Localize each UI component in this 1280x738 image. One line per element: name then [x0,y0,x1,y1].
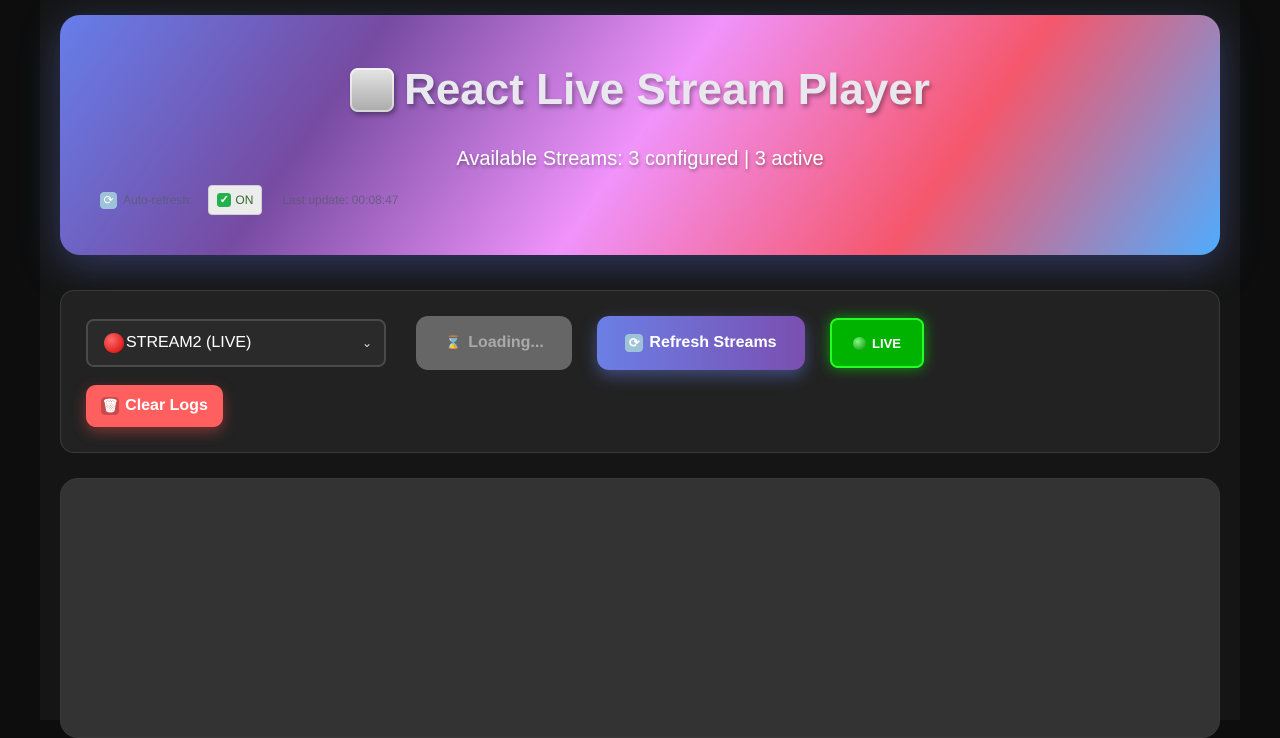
green-circle-icon [853,336,867,350]
chevron-down-icon: ⌄ [361,336,372,350]
live-button-label: LIVE [872,335,901,351]
auto-refresh-toggle[interactable]: ✓ ON [208,185,263,215]
loading-button[interactable]: ⌛ Loading... [416,316,572,370]
streams-summary: Available Streams: 3 configured | 3 acti… [456,148,824,170]
stream-select[interactable]: STREAM2 (LIVE) ⌄ [86,319,386,367]
loading-button-label: Loading... [468,334,544,351]
app-container: React Live Stream Player Available Strea… [40,0,1240,738]
live-button[interactable]: LIVE [830,318,924,368]
refresh-icon: ⟳ [625,334,644,352]
page-title-text: React Live Stream Player [404,65,930,114]
stream-select-value: STREAM2 (LIVE) [126,334,252,351]
video-player[interactable] [60,478,1220,738]
auto-refresh-label: Auto-refresh: [123,193,193,207]
refresh-streams-button[interactable]: ⟳ Refresh Streams [597,316,805,370]
red-circle-icon [104,333,124,353]
refresh-streams-label: Refresh Streams [649,334,777,351]
clear-logs-label: Clear Logs [125,397,208,414]
stop-icon [350,68,395,112]
page-title: React Live Stream Player [60,65,1220,115]
controls-panel: STREAM2 (LIVE) ⌄ ⌛ Loading... ⟳ Refresh … [60,290,1220,453]
checkmark-icon: ✓ [217,193,232,207]
hourglass-icon: ⌛ [445,335,462,350]
last-update-time: Last update: 00:08:47 [282,193,399,207]
trash-icon: 🗑 [101,397,120,415]
refresh-icon: ⟳ [100,191,117,209]
auto-refresh-row: ⟳ Auto-refresh: ✓ ON Last update: 00:08:… [100,185,398,215]
header-banner: React Live Stream Player Available Strea… [60,15,1220,255]
clear-logs-button[interactable]: 🗑 Clear Logs [86,385,223,427]
toggle-label: ON [235,193,254,207]
